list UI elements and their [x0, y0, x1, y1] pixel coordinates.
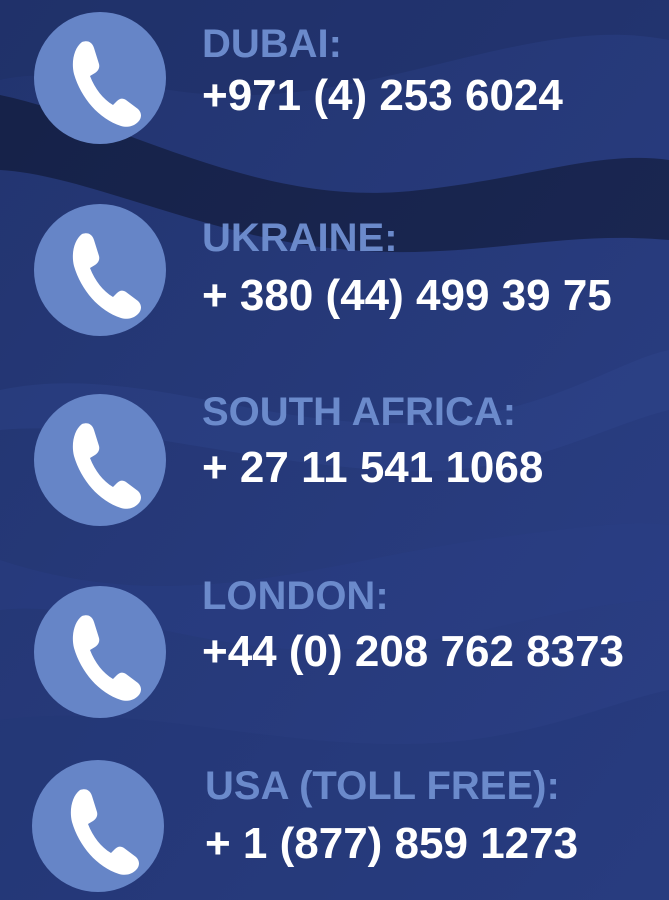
contact-dubai: DUBAI: +971 (4) 253 6024 [0, 12, 669, 152]
contact-london: LONDON: +44 (0) 208 762 8373 [0, 574, 669, 726]
phone-number[interactable]: + 380 (44) 499 39 75 [202, 272, 612, 320]
contact-usa-toll-free: USA (TOLL FREE): + 1 (877) 859 1273 [0, 758, 669, 898]
phone-icon [34, 204, 166, 336]
contact-south-africa: SOUTH AFRICA: + 27 11 541 1068 [0, 390, 669, 534]
contact-list: DUBAI: +971 (4) 253 6024 UKRAINE: + 380 … [0, 0, 669, 900]
phone-icon [34, 12, 166, 144]
city-label: SOUTH AFRICA: [202, 390, 517, 434]
contact-ukraine: UKRAINE: + 380 (44) 499 39 75 [0, 204, 669, 344]
phone-icon [34, 394, 166, 526]
phone-icon [32, 760, 164, 892]
city-label: UKRAINE: [202, 216, 398, 260]
phone-number[interactable]: +971 (4) 253 6024 [202, 72, 563, 120]
city-label: DUBAI: [202, 22, 342, 66]
phone-icon [34, 586, 166, 718]
phone-number[interactable]: + 27 11 541 1068 [202, 444, 543, 492]
phone-number[interactable]: +44 (0) 208 762 8373 [202, 628, 624, 676]
city-label: USA (TOLL FREE): [205, 764, 560, 808]
phone-number[interactable]: + 1 (877) 859 1273 [205, 820, 578, 868]
city-label: LONDON: [202, 574, 389, 618]
